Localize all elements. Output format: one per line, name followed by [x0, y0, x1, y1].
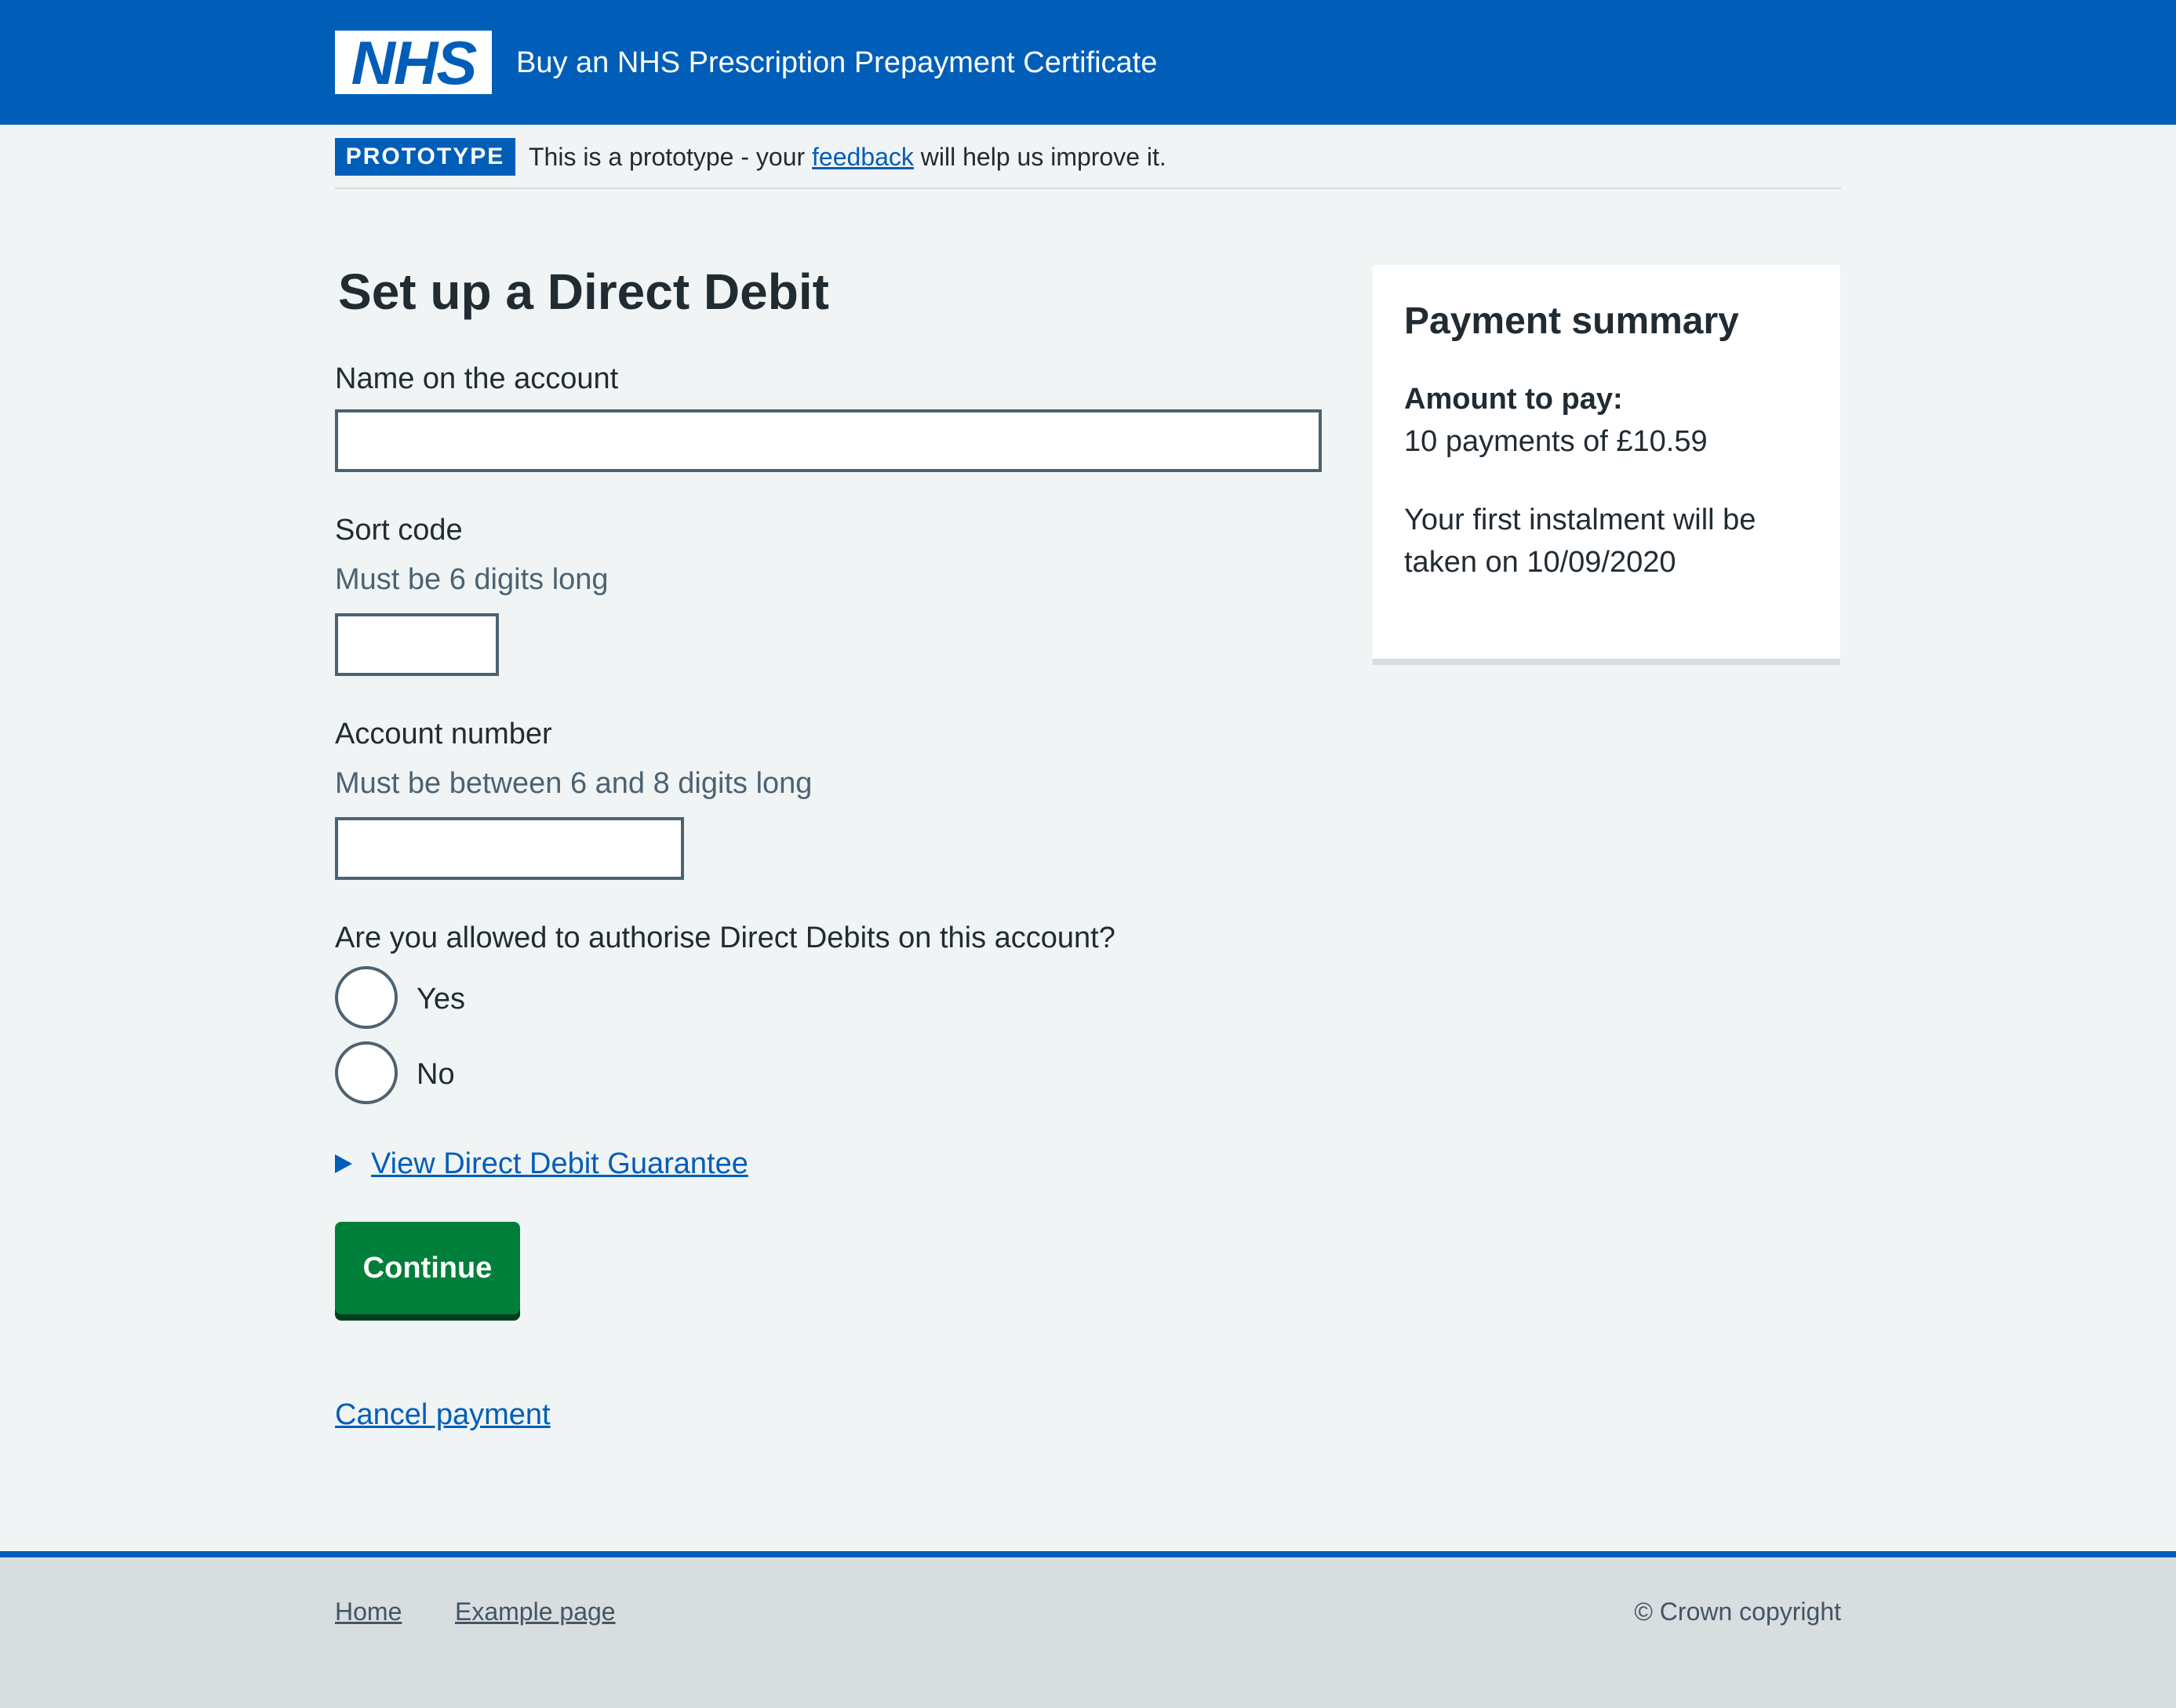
service-name[interactable]: Buy an NHS Prescription Prepayment Certi… [516, 42, 1157, 83]
sort-code-hint: Must be 6 digits long [335, 563, 609, 596]
amount-to-pay-label: Amount to pay: [1404, 383, 1623, 416]
radio-yes[interactable] [335, 966, 398, 1029]
account-number-input[interactable] [335, 817, 684, 880]
expand-triangle-icon[interactable] [335, 1154, 352, 1173]
view-guarantee-link[interactable]: View Direct Debit Guarantee [371, 1143, 748, 1184]
phase-banner: PROTOTYPE This is a prototype - your fee… [335, 125, 1841, 189]
footer-link-example-page[interactable]: Example page [455, 1594, 616, 1630]
prototype-tag: PROTOTYPE [335, 138, 515, 176]
account-number-hint: Must be between 6 and 8 digits long [335, 767, 813, 800]
account-name-input[interactable] [335, 409, 1322, 472]
continue-button[interactable]: Continue [335, 1222, 520, 1314]
payment-summary-title: Payment summary [1404, 300, 1739, 342]
first-instalment-note: Your first instalment will be taken on 1… [1404, 503, 1756, 579]
radio-yes-label[interactable]: Yes [417, 979, 465, 1019]
radio-no[interactable] [335, 1041, 398, 1104]
site-header: NHS Buy an NHS Prescription Prepayment C… [0, 0, 2176, 125]
copyright-text: © Crown copyright [1634, 1597, 1841, 1626]
feedback-link[interactable]: feedback [812, 143, 914, 171]
sort-code-label: Sort code [335, 514, 463, 547]
page-title: Set up a Direct Debit [338, 263, 829, 320]
authorise-question: Are you allowed to authorise Direct Debi… [335, 921, 1115, 954]
account-number-label: Account number [335, 718, 552, 750]
payment-summary-panel: Payment summary Amount to pay: 10 paymen… [1373, 265, 1840, 665]
footer-link-home[interactable]: Home [335, 1594, 402, 1630]
site-footer: Home Example page © Crown copyright [0, 1551, 2176, 1708]
phase-banner-text: This is a prototype - your feedback will… [529, 140, 1166, 174]
direct-debit-guarantee-details[interactable]: View Direct Debit Guarantee [335, 1142, 748, 1186]
phase-text-before: This is a prototype - your [529, 143, 813, 171]
cancel-payment-link[interactable]: Cancel payment [335, 1394, 551, 1435]
radio-no-label[interactable]: No [417, 1054, 455, 1095]
sort-code-input[interactable] [335, 613, 499, 676]
nhs-logo[interactable]: NHS [335, 31, 492, 94]
amount-to-pay-value: 10 payments of £10.59 [1404, 425, 1708, 458]
phase-text-after: will help us improve it. [913, 143, 1166, 171]
name-label: Name on the account [335, 362, 619, 395]
